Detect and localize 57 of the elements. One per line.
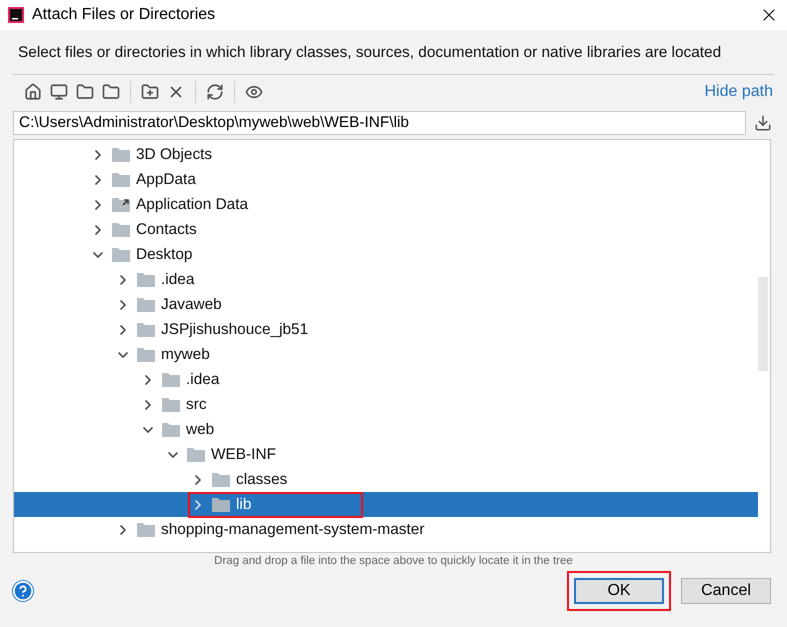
- tree-label: .idea: [161, 270, 194, 288]
- help-icon[interactable]: [12, 580, 34, 602]
- folder-icon: [162, 372, 180, 387]
- description-text: Select files or directories in which library classes, sources, documentation or native libraries are located: [17, 43, 722, 63]
- folder-icon: [112, 222, 130, 237]
- tree-row[interactable]: Contacts: [14, 217, 758, 242]
- folder-icon: [137, 522, 155, 537]
- tree-row[interactable]: JSPjishushouce_jb51: [14, 317, 758, 342]
- folder-icon: [112, 147, 130, 162]
- tree-label: shopping-management-system-master: [161, 520, 424, 538]
- tree-label: src: [186, 396, 207, 414]
- folder-icon: [162, 397, 180, 412]
- tree-label: .idea: [186, 370, 220, 388]
- tree-row[interactable]: classes: [14, 467, 758, 492]
- tree-row[interactable]: Javaweb: [14, 292, 758, 317]
- folder-icon: [112, 247, 130, 262]
- folder-icon: [212, 497, 230, 512]
- tree-label: Application Data: [136, 196, 248, 214]
- folder-icon: [212, 472, 230, 487]
- tree-row[interactable]: WEB-INF: [14, 442, 758, 467]
- folder-icon: [137, 347, 155, 362]
- app-logo-icon: [8, 7, 24, 23]
- ok-button[interactable]: OK: [574, 578, 664, 604]
- tree-label: 3D Objects: [136, 146, 212, 164]
- folder-icon: [137, 272, 155, 287]
- tree-label: Contacts: [136, 220, 197, 238]
- tree-row[interactable]: lib: [14, 492, 758, 517]
- folder-icon: [187, 447, 205, 462]
- tree-row[interactable]: Application Data: [14, 192, 758, 217]
- tree-label: AppData: [136, 170, 196, 188]
- folder-icon: [162, 422, 180, 437]
- tree-row[interactable]: .idea: [14, 367, 758, 392]
- tree-row[interactable]: myweb: [14, 342, 758, 367]
- folder-shortcut-icon: [112, 197, 130, 212]
- tree-label: Javaweb: [161, 296, 222, 314]
- tree-label: web: [186, 420, 214, 438]
- window-title: Attach Files or Directories: [32, 6, 216, 24]
- tree-row[interactable]: AppData: [14, 167, 758, 192]
- path-field[interactable]: C:\Users\Administrator\Desktop\myweb\web\WEB-INF\lib: [13, 111, 746, 135]
- folder-icon: [112, 172, 130, 187]
- tree-label: JSPjishushouce_jb51: [161, 320, 308, 338]
- tree-label: classes: [236, 470, 288, 488]
- tree-row[interactable]: src: [14, 392, 758, 417]
- hint-text: Drag and drop a file into the space above to quickly locate it in the tree: [213, 554, 574, 567]
- tree-row[interactable]: 3D Objects: [14, 142, 758, 167]
- hide-path-link[interactable]: Hide path: [704, 83, 773, 101]
- folder-icon: [137, 322, 155, 337]
- folder-icon: [137, 297, 155, 312]
- cancel-button[interactable]: Cancel: [681, 578, 771, 604]
- tree-label: myweb: [161, 346, 210, 364]
- tree-row[interactable]: web: [14, 417, 758, 442]
- tree-row[interactable]: shopping-management-system-master: [14, 517, 758, 542]
- tree-label: WEB-INF: [211, 446, 276, 464]
- tree-row[interactable]: .idea: [14, 267, 758, 292]
- tree-row[interactable]: Desktop: [14, 242, 758, 267]
- tree-label: lib: [236, 496, 252, 514]
- tree-label: Desktop: [136, 246, 192, 264]
